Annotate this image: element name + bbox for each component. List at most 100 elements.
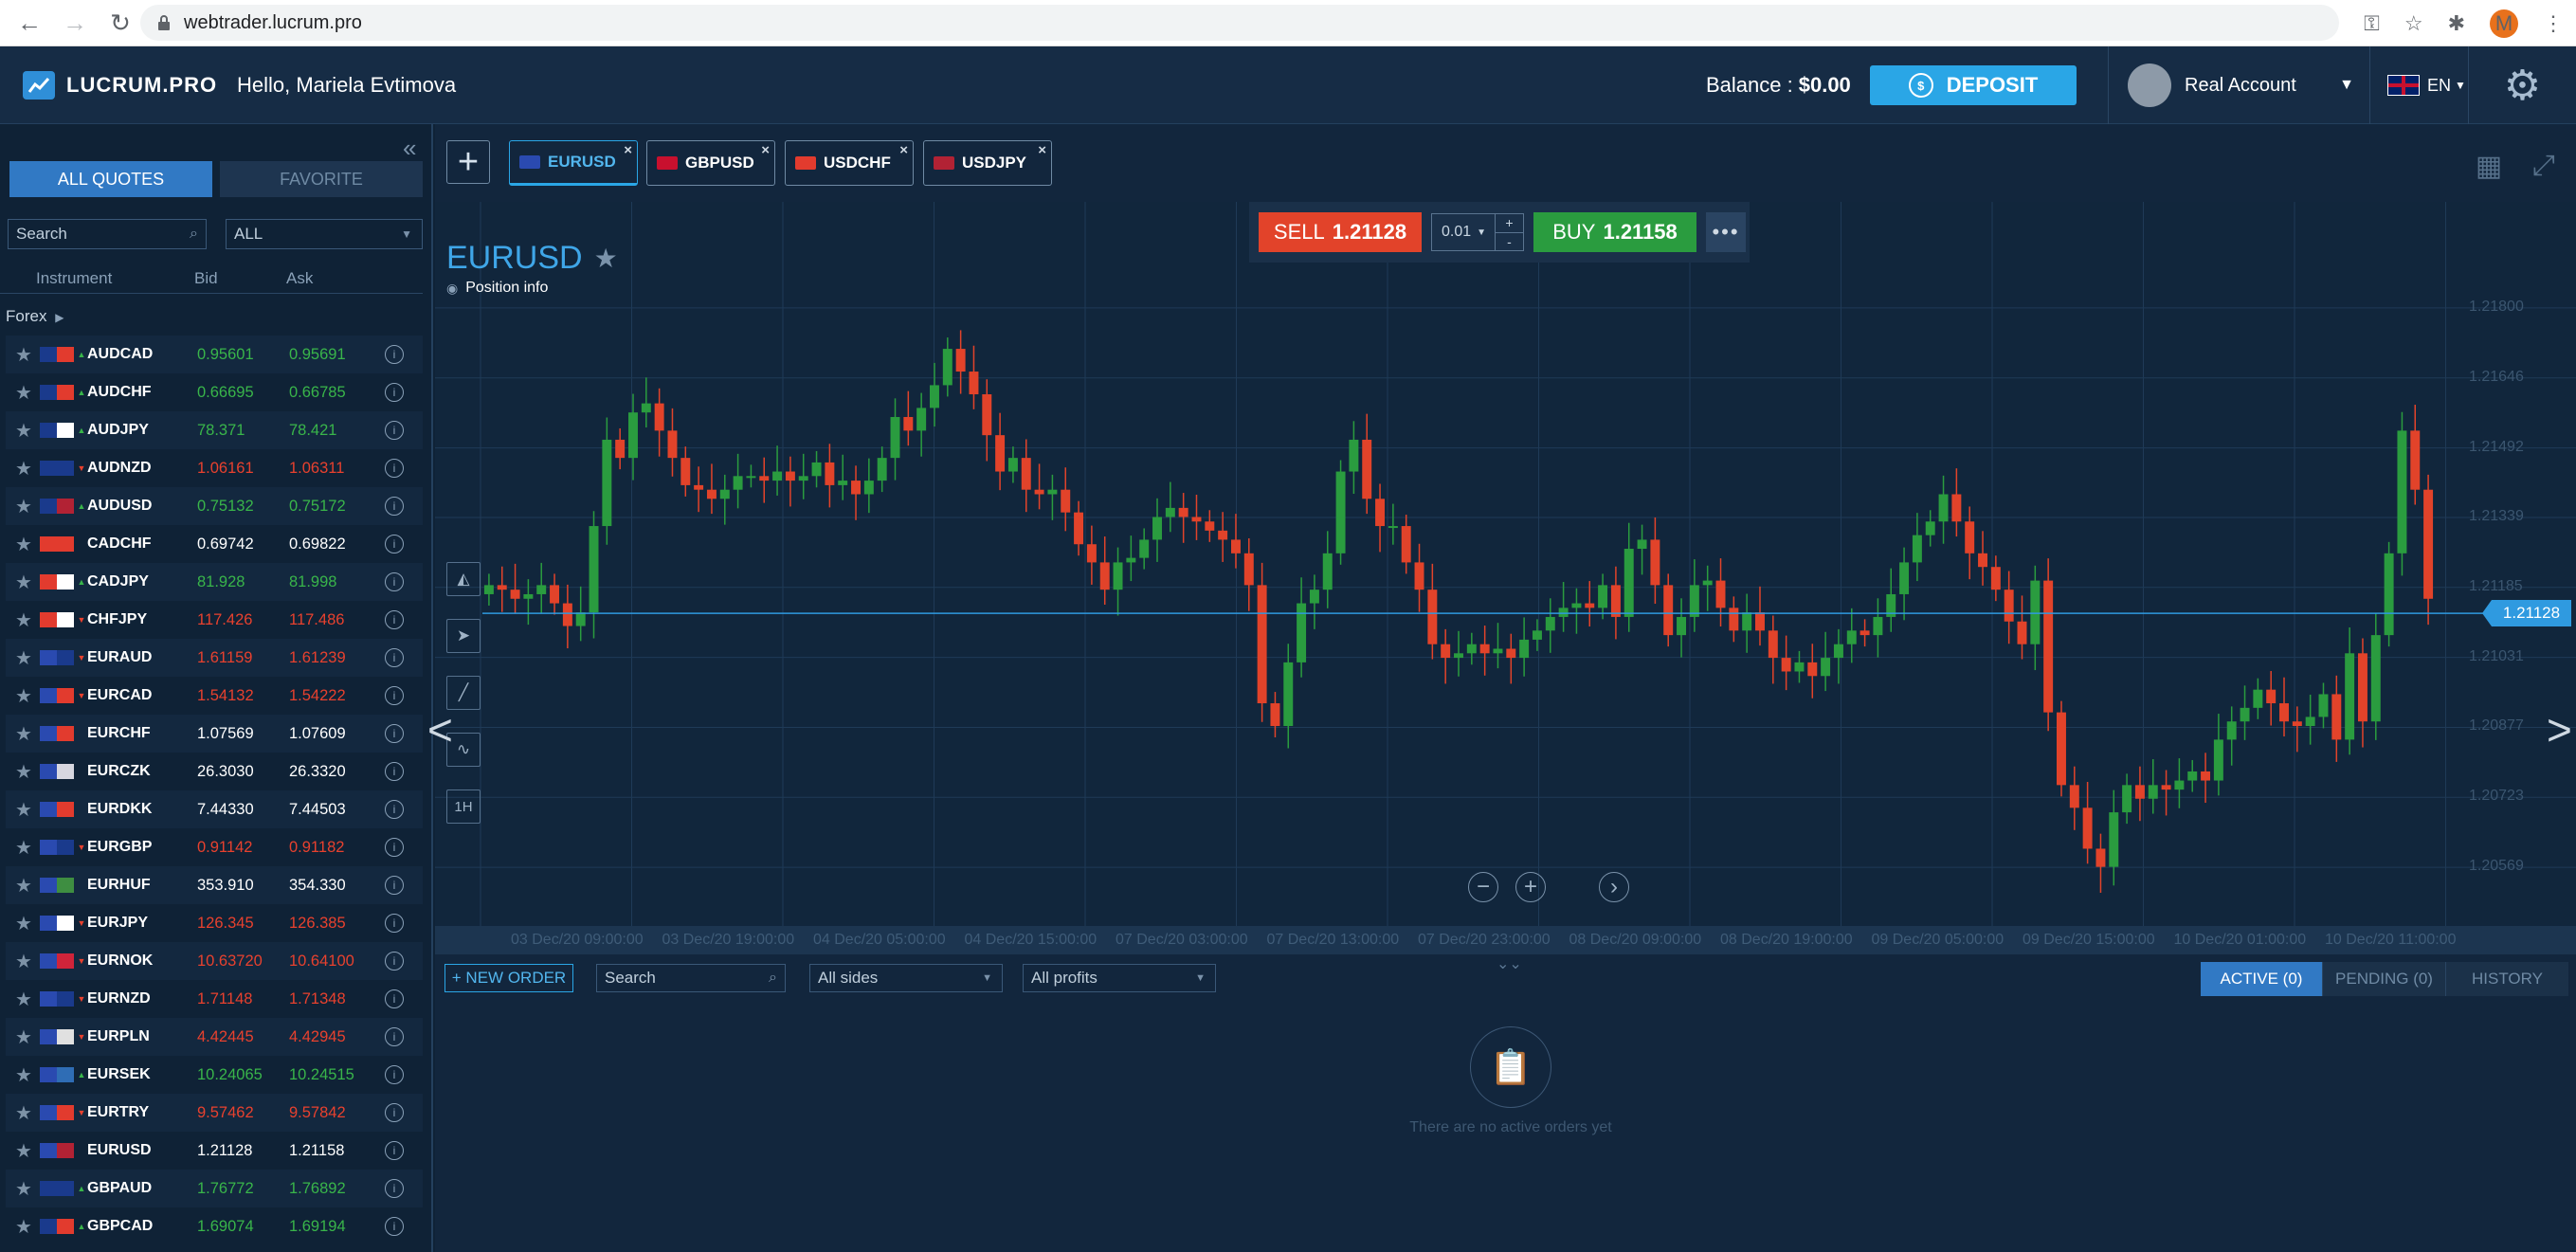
add-tab-button[interactable]: + [446, 140, 490, 184]
chart-type-icon[interactable]: ◭ [446, 562, 481, 596]
close-icon[interactable]: × [899, 142, 908, 158]
info-icon[interactable]: i [385, 1027, 404, 1046]
info-icon[interactable]: i [385, 497, 404, 516]
quote-search-input[interactable]: Search ⌕ [8, 219, 207, 249]
quote-row[interactable]: ★ ▼ EURTRY 9.57462 9.57842 i [6, 1094, 423, 1132]
favorite-star-icon[interactable]: ★ [11, 1063, 36, 1087]
favorite-star-icon[interactable]: ★ [11, 1139, 36, 1163]
profits-select[interactable]: All profits ▼ [1023, 964, 1216, 992]
zoom-in-icon[interactable]: + [1515, 872, 1546, 902]
candlestick-chart[interactable] [435, 202, 2576, 926]
favorite-star-icon[interactable]: ★ [11, 646, 36, 670]
back-icon[interactable]: ← [13, 7, 45, 39]
scroll-right-icon[interactable]: › [1599, 872, 1629, 902]
address-bar[interactable]: webtrader.lucrum.pro [140, 5, 2339, 41]
tab-all-quotes[interactable]: ALL QUOTES [9, 161, 212, 197]
quote-row[interactable]: ★ ▼ EURJPY 126.345 126.385 i [6, 904, 423, 942]
favorite-star-icon[interactable]: ★ [594, 243, 618, 274]
info-icon[interactable]: i [385, 876, 404, 895]
info-icon[interactable]: i [385, 1217, 404, 1236]
sell-button[interactable]: SELL 1.21128 [1259, 212, 1422, 252]
buy-button[interactable]: BUY 1.21158 [1533, 212, 1696, 252]
favorite-star-icon[interactable]: ★ [11, 1177, 36, 1201]
account-selector[interactable]: Real Account ▼ [2108, 46, 2369, 124]
sides-select[interactable]: All sides ▼ [809, 964, 1003, 992]
quote-row[interactable]: ★ ▼ EURAUD 1.61159 1.61239 i [6, 639, 423, 677]
grid-layout-icon[interactable]: ▦ [2472, 149, 2506, 183]
favorite-star-icon[interactable]: ★ [11, 533, 36, 556]
favorite-star-icon[interactable]: ★ [11, 457, 36, 481]
favorite-star-icon[interactable]: ★ [11, 1025, 36, 1049]
info-icon[interactable]: i [385, 648, 404, 667]
favorite-star-icon[interactable]: ★ [11, 1215, 36, 1239]
tab-history[interactable]: HISTORY [2445, 962, 2568, 996]
quote-row[interactable]: ★ EURUSD 1.21128 1.21158 i [6, 1132, 423, 1170]
quote-row[interactable]: ★ ▲ AUDUSD 0.75132 0.75172 i [6, 487, 423, 525]
favorite-star-icon[interactable]: ★ [11, 571, 36, 594]
quote-row[interactable]: ★ EURCZK 26.3030 26.3320 i [6, 753, 423, 790]
favorite-star-icon[interactable]: ★ [11, 798, 36, 822]
quote-row[interactable]: ★ EURDKK 7.44330 7.44503 i [6, 790, 423, 828]
favorite-star-icon[interactable]: ★ [11, 722, 36, 746]
chart-area[interactable]: EURUSD ★ ◉ Position info SELL 1.21128 0.… [427, 202, 2576, 972]
info-icon[interactable]: i [385, 914, 404, 933]
profile-avatar[interactable]: M [2490, 9, 2518, 38]
quote-row[interactable]: ★ ▲ AUDCHF 0.66695 0.66785 i [6, 373, 423, 411]
favorite-star-icon[interactable]: ★ [11, 684, 36, 708]
tab-active[interactable]: ACTIVE (0) [2201, 962, 2322, 996]
more-options-button[interactable]: ••• [1706, 212, 1746, 252]
favorite-star-icon[interactable]: ★ [11, 419, 36, 443]
favorite-star-icon[interactable]: ★ [11, 343, 36, 367]
tab-usdjpy[interactable]: USDJPY × [923, 140, 1052, 186]
tab-pending[interactable]: PENDING (0) [2322, 962, 2445, 996]
favorite-star-icon[interactable]: ★ [11, 760, 36, 784]
new-order-button[interactable]: + NEW ORDER [444, 964, 573, 992]
fullscreen-icon[interactable]: ⤢ [2527, 149, 2561, 183]
favorite-star-icon[interactable]: ★ [11, 381, 36, 405]
info-icon[interactable]: i [385, 345, 404, 364]
info-icon[interactable]: i [385, 535, 404, 553]
position-info-toggle[interactable]: ◉ Position info [446, 280, 548, 297]
quote-row[interactable]: ★ ▲ AUDCAD 0.95601 0.95691 i [6, 336, 423, 373]
key-icon[interactable]: ⚿ [2364, 11, 2380, 36]
favorite-star-icon[interactable]: ★ [11, 912, 36, 935]
info-icon[interactable]: i [385, 459, 404, 478]
info-icon[interactable]: i [385, 421, 404, 440]
info-icon[interactable]: i [385, 1103, 404, 1122]
quote-row[interactable]: ★ ▼ EURNZD 1.71148 1.71348 i [6, 980, 423, 1018]
bookmark-star-icon[interactable]: ☆ [2404, 11, 2423, 36]
info-icon[interactable]: i [385, 724, 404, 743]
close-icon[interactable]: × [761, 142, 770, 158]
quote-row[interactable]: ★ ▲ GBPAUD 1.76772 1.76892 i [6, 1170, 423, 1207]
info-icon[interactable]: i [385, 989, 404, 1008]
browser-menu-icon[interactable]: ⋮ [2543, 11, 2564, 36]
favorite-star-icon[interactable]: ★ [11, 950, 36, 973]
favorite-star-icon[interactable]: ★ [11, 988, 36, 1011]
quote-row[interactable]: ★ ▼ AUDNZD 1.06161 1.06311 i [6, 449, 423, 487]
quote-row[interactable]: ★ CADCHF 0.69742 0.69822 i [6, 525, 423, 563]
instrument-filter-select[interactable]: ALL ▼ [226, 219, 423, 249]
prev-arrow-icon[interactable]: < [427, 704, 453, 755]
info-icon[interactable]: i [385, 952, 404, 971]
extensions-icon[interactable]: ✱ [2448, 11, 2465, 36]
tab-favorite[interactable]: FAVORITE [220, 161, 423, 197]
quote-row[interactable]: ★ ▲ AUDJPY 78.371 78.421 i [6, 411, 423, 449]
tab-usdchf[interactable]: USDCHF × [785, 140, 914, 186]
lot-increase-button[interactable]: + [1496, 214, 1523, 233]
forex-group[interactable]: Forex ▶ [6, 307, 63, 326]
quote-row[interactable]: ★ ▼ EURNOK 10.63720 10.64100 i [6, 942, 423, 980]
info-icon[interactable]: i [385, 800, 404, 819]
favorite-star-icon[interactable]: ★ [11, 495, 36, 518]
quote-row[interactable]: ★ ▼ CHFJPY 117.426 117.486 i [6, 601, 423, 639]
lot-decrease-button[interactable]: - [1496, 233, 1523, 251]
language-selector[interactable]: EN ▼ [2369, 46, 2468, 124]
zoom-out-icon[interactable]: − [1468, 872, 1498, 902]
quote-row[interactable]: ★ ▲ GBPCAD 1.69074 1.69194 i [6, 1207, 423, 1245]
timeframe-1h-button[interactable]: 1H [446, 789, 481, 824]
forward-icon[interactable]: → [59, 7, 91, 39]
info-icon[interactable]: i [385, 383, 404, 402]
info-icon[interactable]: i [385, 838, 404, 857]
tab-gbpusd[interactable]: GBPUSD × [646, 140, 775, 186]
favorite-star-icon[interactable]: ★ [11, 608, 36, 632]
quote-row[interactable]: ★ ▼ EURPLN 4.42445 4.42945 i [6, 1018, 423, 1056]
